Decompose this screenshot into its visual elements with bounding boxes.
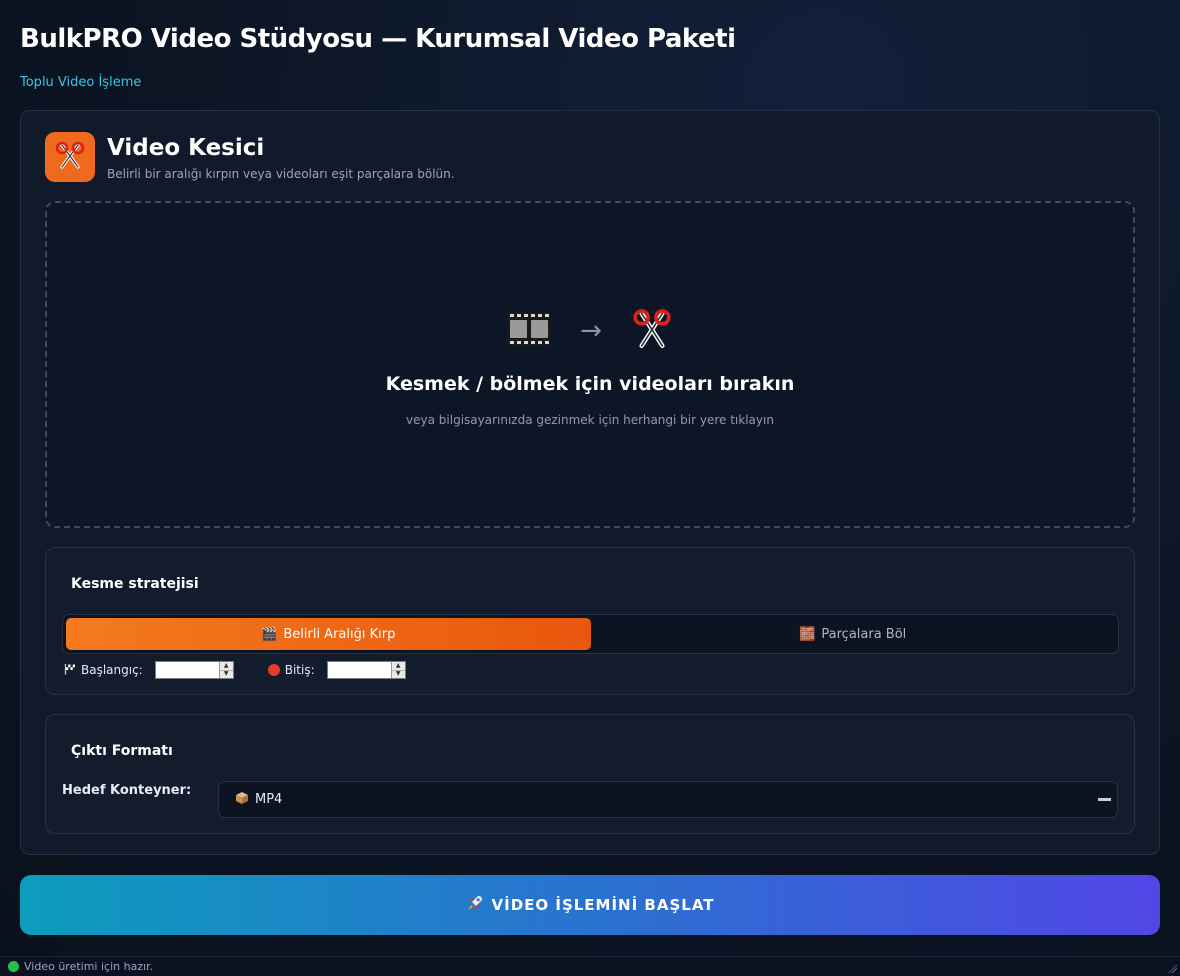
dropzone-title: Kesmek / bölmek için videoları bırakın [385,373,795,395]
container-select[interactable]: MP4 [218,781,1118,818]
app-title: BulkPRO Video Stüdyosu — Kurumsal Video … [20,24,736,54]
status-text: Video üretimi için hazır. [24,960,154,973]
end-time-stepper: ▲ ▼ [390,662,405,679]
clapper-icon: 🎬 [261,626,278,642]
red-circle-icon [267,664,280,676]
end-time-down-button[interactable]: ▼ [391,669,405,679]
scissors-icon [45,132,95,182]
film-icon [506,311,552,351]
status-indicator-icon [8,961,19,972]
rocket-icon [466,894,484,916]
start-processing-button[interactable]: VİDEO İŞLEMİNİ BAŞLAT [20,875,1160,935]
start-time-label-group: Başlangıç: [64,663,143,678]
container-label: Hedef Konteyner: [62,783,192,798]
video-dropzone[interactable]: → Kesmek / bölmek için videoları bırakın… [45,201,1135,528]
end-time-spinbox: ▲ ▼ [326,661,406,679]
strategy-section: Kesme stratejisi 🎬 Belirli Aralığı Kırp … [45,547,1135,695]
flag-icon [64,663,76,678]
crop-range-button[interactable]: 🎬 Belirli Aralığı Kırp [66,618,591,650]
end-time-up-button[interactable]: ▲ [392,662,405,670]
container-value: MP4 [255,792,283,807]
start-time-up-button[interactable]: ▲ [220,662,233,670]
arrow-right-icon: → [580,316,602,346]
time-range-row: Başlangıç: ▲ ▼ Bitiş: ▲ ▼ [64,661,406,679]
resize-grip-icon[interactable] [1167,963,1177,973]
tool-panel: Video Kesici Belirli bir aralığı kırpın … [20,110,1160,855]
start-time-spinbox: ▲ ▼ [154,661,234,679]
start-time-label: Başlangıç: [81,663,143,677]
dropdown-indicator-icon [1098,798,1111,801]
bricks-icon: 🧱 [799,626,816,642]
tool-description: Belirli bir aralığı kırpın veya videolar… [107,167,455,181]
start-time-stepper: ▲ ▼ [218,662,233,679]
split-parts-button[interactable]: 🧱 Parçalara Böl [591,618,1116,650]
end-time-label-group: Bitiş: [267,663,315,677]
start-processing-label: VİDEO İŞLEMİNİ BAŞLAT [491,896,715,914]
start-time-down-button[interactable]: ▼ [219,669,233,679]
output-format-section: Çıktı Formatı Hedef Konteyner: MP4 [45,714,1135,834]
crop-range-label: Belirli Aralığı Kırp [283,626,396,642]
split-parts-label: Parçalara Böl [821,626,907,642]
dropzone-hint: veya bilgisayarınızda gezinmek için herh… [406,413,774,427]
end-time-label: Bitiş: [284,663,315,677]
dropzone-icons: → [47,307,1133,355]
status-bar: Video üretimi için hazır. [0,956,1180,976]
tool-title: Video Kesici [107,135,265,161]
output-format-title: Çıktı Formatı [71,743,173,759]
strategy-toggle: 🎬 Belirli Aralığı Kırp 🧱 Parçalara Böl [62,614,1119,654]
subtitle-link[interactable]: Toplu Video İşleme [20,75,141,90]
strategy-title: Kesme stratejisi [71,576,199,592]
scissors-icon [630,307,674,355]
end-time-input[interactable] [327,662,391,678]
start-time-input[interactable] [155,662,219,678]
package-icon [235,791,249,809]
